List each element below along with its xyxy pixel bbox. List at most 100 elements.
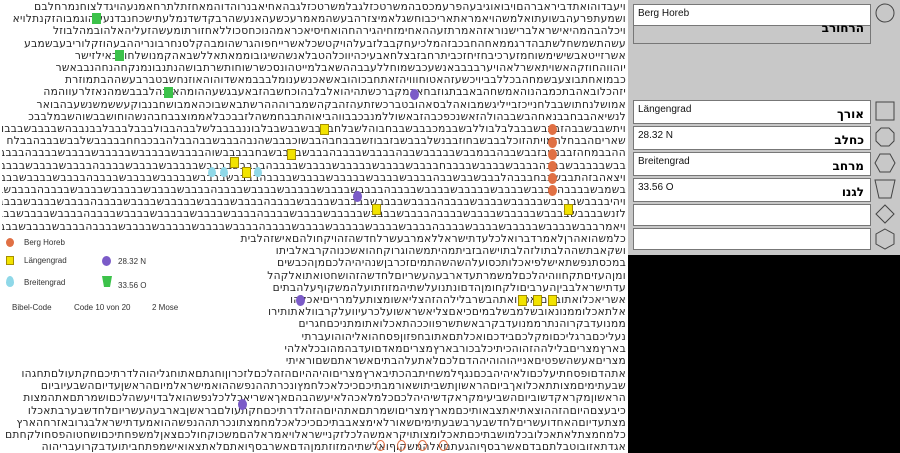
term-row-empty[interactable] (633, 204, 871, 226)
term-label: Berg Horeb (638, 8, 690, 19)
matrix-line: אשרזייטאבשישימשוחמזערכיבחזיחזכביתרחבזבצל… (74, 49, 626, 62)
matrix-line: אתהדםופסחתיעלכםולאיהיהבכםנגףלמשחיתבהכתיב… (21, 368, 626, 380)
term-label: Breitengrad (638, 156, 690, 167)
matrix-line: בשמבשבבבבהבבבבשבבבבשבבבבבשבבבבשבבבבהבבבב… (2, 184, 626, 196)
matrix-line: עדתישראלבביןהערביםולקחומןהדםונתנועלשתיהמ… (272, 281, 626, 294)
matrix-line: במכסתנפשתאישלפיאכלותכסועלהשהשהתמיםזכרבןש… (277, 257, 626, 270)
marker-square (320, 124, 329, 135)
marker-circle-purple (353, 191, 362, 202)
matrix-line: נעליכםברגליכםומקלכםבידכםואכלתםאתובחפזוןפ… (301, 330, 626, 343)
term-row[interactable]: 33.56 O לגנו (633, 178, 871, 202)
term-row[interactable]: 28.32 N כחלב (633, 126, 871, 150)
hexagon-icon[interactable] (873, 228, 897, 250)
square-icon[interactable] (873, 100, 897, 122)
matrix-line: ויצאהבזהתבבשבבחבבבהלבבבשבבשבבהבבבבשבבבבש… (2, 171, 626, 184)
marker-circle (548, 137, 557, 148)
matrix-line: ויאמרבבבשבבבבשבבבבבשבבבבשבבבבהבבבבשבבבבש… (2, 220, 626, 233)
matrix-line: אשריאכלואתובהםואכלואתהבשרבלילההזהצליאשומ… (290, 294, 626, 306)
marker-circle (548, 149, 557, 160)
marker-square (242, 167, 251, 178)
matrix-line: לנשיאהבבחבבנאחהבשבבהולהזאשנכפכבהזבאשוללמ… (28, 110, 626, 123)
legend-label: Längengrad (24, 256, 67, 265)
matrix-line: בבשבבבבבשבבבהבבבבשבבבבשבבבבחבבבבשבבבבשבב… (2, 159, 626, 172)
trapezoid-icon[interactable] (873, 178, 897, 200)
term-hebrew: מרחב (832, 159, 864, 173)
matrix-line: שבעתימיםמצותתאכלואךביוםהראשוןתשביתושאורמ… (40, 380, 626, 393)
matrix-line: יוהווהחוזקהאשויתאשרלאהויערבבבבאנשעכבשמוח… (55, 62, 626, 74)
marker-drop (254, 167, 262, 177)
matrix-line: ומןהעזיםתקחווהיהלכםלמשמרתעדארבעהעשריוםלח… (267, 269, 626, 282)
matrix-line: בארץמצריםבלילההזהוהכיתיכלבכורבארץמצריםמא… (284, 342, 626, 355)
matrix-line: ממנועדבקרוהנתרממנועדבקרבאשתשרפווככהתאכלו… (298, 318, 626, 331)
hexagon-icon[interactable] (873, 152, 897, 174)
term-label: 33.56 O (638, 182, 674, 193)
matrix-line: כלמחמצתלאתאכלובכלמושבתיכםתאכלומצותויקראמ… (5, 429, 626, 441)
marker-circle (548, 161, 557, 172)
term-label: Längengrad (638, 104, 692, 115)
marker-drop (220, 167, 228, 177)
circle-icon (6, 238, 14, 247)
matrix-line: לזנשבבבבשבבבבשבבבבבשבבבבשבבבבהבבבבשבבבבש… (2, 208, 626, 221)
matrix-line: ההבבמחהזבבנשבזבבשבבהבבמבבשבבבבבשבבהבבבבש… (2, 147, 626, 160)
matrix-line: ויכלהבהמהיאישראלברישנוראזהאמרתזעההאחימזח… (52, 25, 626, 38)
term-hebrew: כחלב (834, 133, 864, 147)
matrix-line: ויתשבבשבבהזבבבשבבבלבלבוללבשבבמכבבבשבבחבו… (2, 123, 626, 135)
term-hebrew: לגנו (841, 185, 864, 199)
marker-drop (208, 167, 216, 177)
marker-trapezoid (92, 13, 101, 24)
marker-square (372, 204, 381, 215)
term-row[interactable]: Breitengrad מרחב (633, 152, 871, 176)
matrix-line: הראשוןמקראקדשוביוםהשביעימקראקדשיהיהלכםכל… (23, 392, 626, 405)
diamond-icon[interactable] (873, 203, 897, 225)
matrix-line: אמושלנחתושבבלחנייכזבייליגשמבואהלבסאהובטב… (36, 98, 626, 111)
marker-circle-purple (410, 89, 419, 100)
marker-ring (376, 440, 385, 451)
matrix-line: שאריםהבבחלהמויתהזוכלבבבשבחוזבבנשלבבבשבזב… (6, 135, 626, 148)
matrix-line: כלמשהואהרןלאמרדברואלכלעדתישראללאמרבעשרלח… (240, 233, 626, 245)
drop-icon (6, 276, 14, 287)
circle-icon (102, 256, 111, 266)
matrix-line: אלתאכלוממנונאובשלמבשלבמיםכיאםצליאשראשועל… (268, 306, 626, 319)
legend-label: Berg Horeb (24, 238, 65, 247)
matrix-line: ויעבדוהואתדביראברהםויבואוגיבעהפרעמכסבהמש… (34, 1, 626, 13)
marker-square (230, 157, 239, 168)
circle-icon[interactable] (873, 2, 897, 24)
term-row[interactable]: Längengrad אורך (633, 100, 871, 124)
term-label: 28.32 N (638, 130, 674, 141)
marker-square (533, 295, 542, 306)
legend-book: 2 Mose (152, 303, 179, 312)
term-hebrew: אורך (836, 107, 864, 121)
legend-label: 33.56 O (118, 281, 147, 290)
marker-ring (439, 440, 448, 451)
bible-code-matrix: ויעבדוהואתדביראברהםויבואוגיבעהפרעמכסבהמש… (0, 0, 628, 453)
marker-square (287, 149, 296, 160)
matrix-line: אגדתאזובוטבלתםבדםאשרבסףוהגעתםאלהמשקוףואל… (41, 441, 626, 453)
marker-ring (418, 440, 427, 451)
matrix-line: עשהתשמשחלשתבהדרגממאחהחבכבזהמלכיעחקבבלזבע… (24, 37, 626, 50)
trapezoid-icon (102, 276, 112, 287)
matrix-line: יזהכלובאהבתכמבהנוהאמשחהבאבבתגוזבחאבמקברכ… (43, 86, 626, 99)
matrix-line: ושקאבתשההלבתולזהלבתוישהבזביתמהיתמשהוגרוק… (275, 245, 626, 258)
legend-code: Code 10 von 20 (74, 303, 131, 312)
marker-circle-purple (238, 399, 247, 410)
matrix-line: כיבעצםהיוםהזההוצאתיאתצבאותיכםמארץמצריםוש… (27, 404, 626, 417)
legend-label: 28.32 N (118, 257, 147, 266)
marker-circle-purple (296, 295, 305, 306)
marker-square (518, 295, 527, 306)
matrix-line: מצריםאעשהשפטיםאנייהוהוהיההדםלכםלאתעלהבתי… (285, 355, 626, 367)
term-panel: Berg Horeb הרחורב Längengrad אורך 28.32 … (628, 0, 900, 255)
marker-circle (548, 185, 557, 196)
marker-trapezoid (164, 87, 173, 98)
matrix-line: מצתעדיוםהאחדועשריםלחדשבערבשבעתימיםשאורלא… (16, 416, 626, 429)
marker-square (548, 295, 557, 306)
legend: Berg Horeb Längengrad 28.32 N Breitengra… (6, 232, 226, 322)
legend-label: Breitengrad (24, 278, 66, 287)
matrix-line: כבמואחתבוצעבשמחהבכללבביויכשעזהאטוחווויהז… (65, 74, 626, 87)
term-row[interactable]: Berg Horeb הרחורב (633, 4, 871, 35)
square-icon (6, 256, 14, 265)
marker-square (564, 204, 573, 215)
octagon-icon[interactable] (873, 126, 897, 148)
marker-trapezoid (115, 50, 124, 61)
term-hebrew: הרחורב (821, 21, 864, 35)
term-row-empty[interactable] (633, 228, 871, 250)
